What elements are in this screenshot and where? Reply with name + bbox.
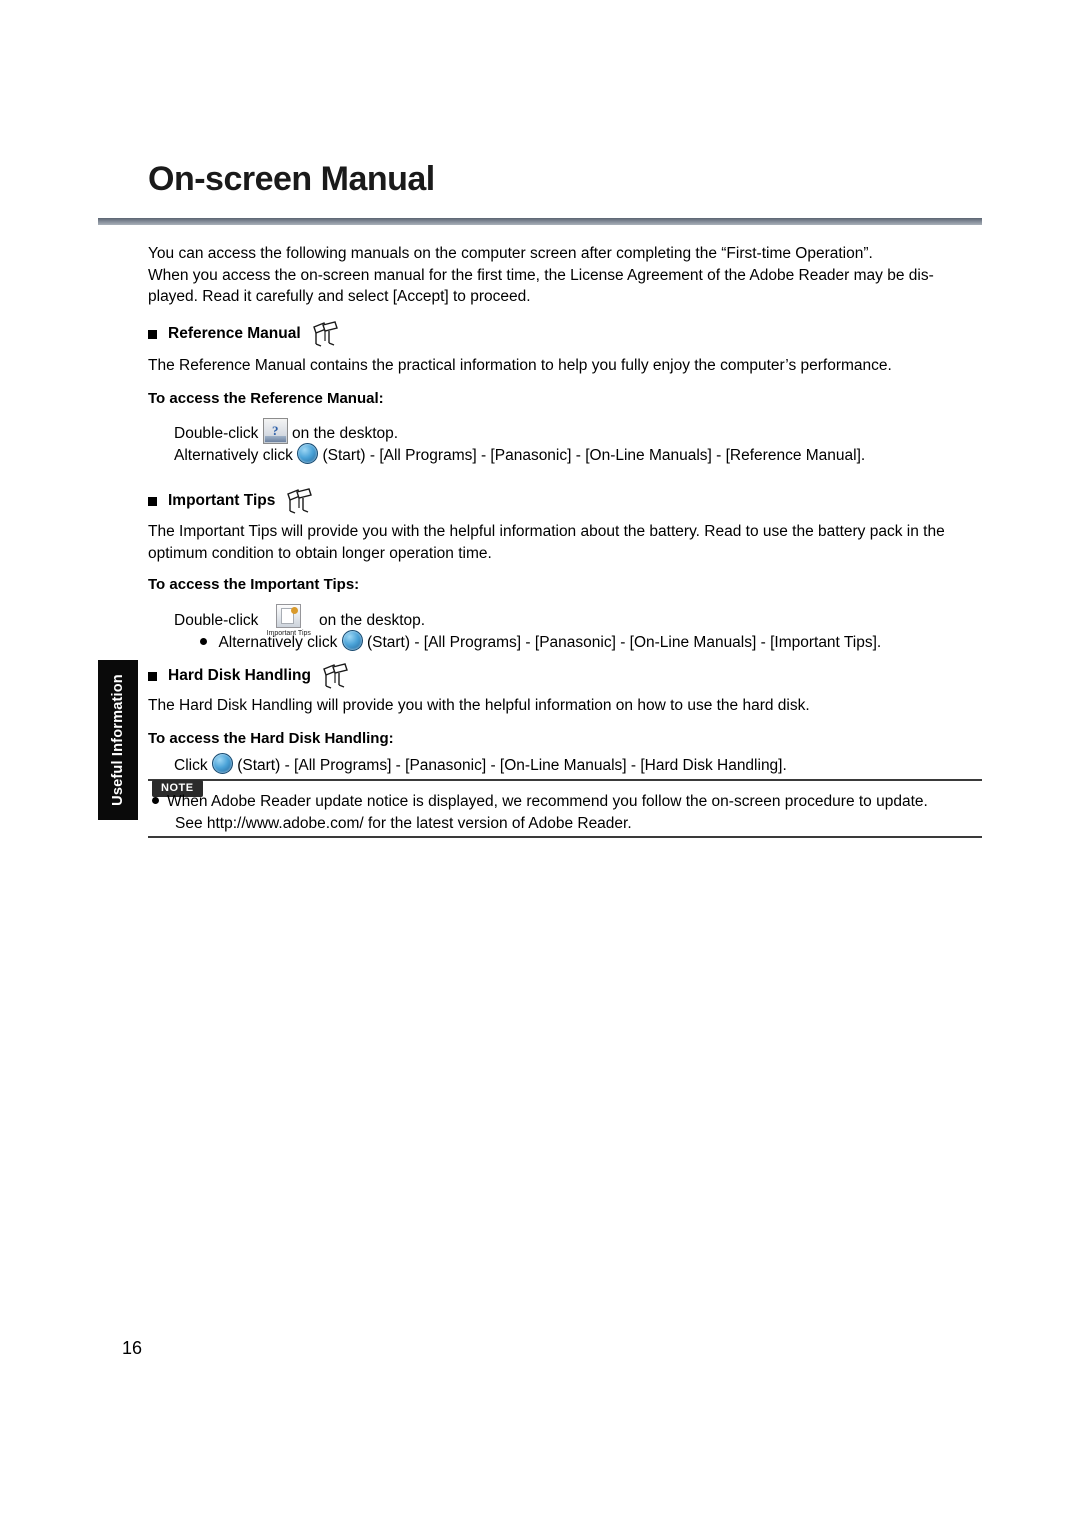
- note-body: When Adobe Reader update notice is displ…: [152, 791, 982, 834]
- reference-manual-step-1: Double-click ? on the desktop.: [174, 418, 398, 445]
- square-bullet-icon: [148, 329, 157, 339]
- note-line-1-wrap: When Adobe Reader update notice is displ…: [152, 791, 982, 813]
- book-manual-icon: [310, 321, 340, 347]
- title-rule: [98, 218, 982, 225]
- start-button-icon[interactable]: [297, 443, 319, 464]
- book-manual-icon: [284, 488, 314, 514]
- side-tab-label: Useful Information: [110, 674, 126, 806]
- note-rule-top: [148, 779, 982, 781]
- section-heading-important-tips: Important Tips: [148, 488, 314, 514]
- square-bullet-icon: [148, 496, 157, 506]
- note-line-2: See http://www.adobe.com/ for the latest…: [175, 814, 632, 832]
- hard-disk-handling-step-1: Click (Start) - [All Programs] - [Panaso…: [174, 753, 787, 777]
- note-rule-bottom: [148, 836, 982, 838]
- document-page: On-screen Manual You can access the foll…: [0, 0, 1080, 1528]
- reference-manual-body: The Reference Manual contains the practi…: [148, 357, 892, 374]
- step-text-pre: Alternatively click: [174, 447, 293, 464]
- step-text-pre: Double-click: [174, 425, 259, 442]
- bullet-dot-icon: [200, 638, 207, 645]
- section-heading-label: Important Tips: [168, 492, 276, 509]
- important-tips-body: The Important Tips will provide you with…: [148, 521, 993, 564]
- important-tips-body-line-1: The Important Tips will provide you with…: [148, 523, 945, 540]
- intro-paragraph: You can access the following manuals on …: [148, 243, 984, 308]
- step-text-pre: Alternatively click: [218, 634, 338, 651]
- page-number: 16: [122, 1338, 143, 1358]
- intro-line-3: played. Read it carefully and select [Ac…: [148, 288, 531, 305]
- hard-disk-handling-access-heading: To access the Hard Disk Handling:: [148, 730, 394, 747]
- step-text-post: on the desktop.: [292, 425, 399, 442]
- reference-manual-step-2: Alternatively click (Start) - [All Progr…: [174, 443, 865, 467]
- step-text-pre: Double-click: [174, 612, 259, 629]
- bullet-dot-icon: [152, 797, 159, 804]
- reference-manual-desktop-icon[interactable]: ?: [262, 418, 288, 444]
- book-manual-icon: [320, 663, 350, 689]
- square-bullet-icon: [148, 671, 157, 681]
- section-heading-label: Hard Disk Handling: [168, 667, 311, 684]
- reference-manual-access-heading: To access the Reference Manual:: [148, 390, 384, 407]
- important-tips-body-line-2: optimum condition to obtain longer opera…: [148, 544, 492, 562]
- section-heading-reference-manual: Reference Manual: [148, 321, 340, 347]
- start-button-icon[interactable]: [211, 753, 233, 774]
- step-text-post: on the desktop.: [319, 612, 426, 629]
- step-text-post: (Start) - [All Programs] - [Panasonic] -…: [366, 634, 882, 651]
- section-heading-hard-disk-handling: Hard Disk Handling: [148, 663, 350, 689]
- step-text-pre: Click: [174, 757, 208, 774]
- step-text-post: (Start) - [All Programs] - [Panasonic] -…: [237, 757, 787, 774]
- hard-disk-handling-body: The Hard Disk Handling will provide you …: [148, 697, 810, 714]
- side-tab-useful-information: Useful Information: [98, 660, 138, 820]
- important-tips-step-2: Alternatively click (Start) - [All Progr…: [200, 630, 881, 654]
- note-line-1: When Adobe Reader update notice is displ…: [167, 793, 928, 810]
- intro-line-1: You can access the following manuals on …: [148, 245, 873, 262]
- start-button-icon[interactable]: [341, 630, 363, 651]
- intro-line-2: When you access the on-screen manual for…: [148, 266, 934, 284]
- section-heading-label: Reference Manual: [168, 325, 301, 342]
- important-tips-access-heading: To access the Important Tips:: [148, 576, 360, 593]
- step-text-post: (Start) - [All Programs] - [Panasonic] -…: [322, 447, 866, 464]
- page-title: On-screen Manual: [148, 160, 435, 198]
